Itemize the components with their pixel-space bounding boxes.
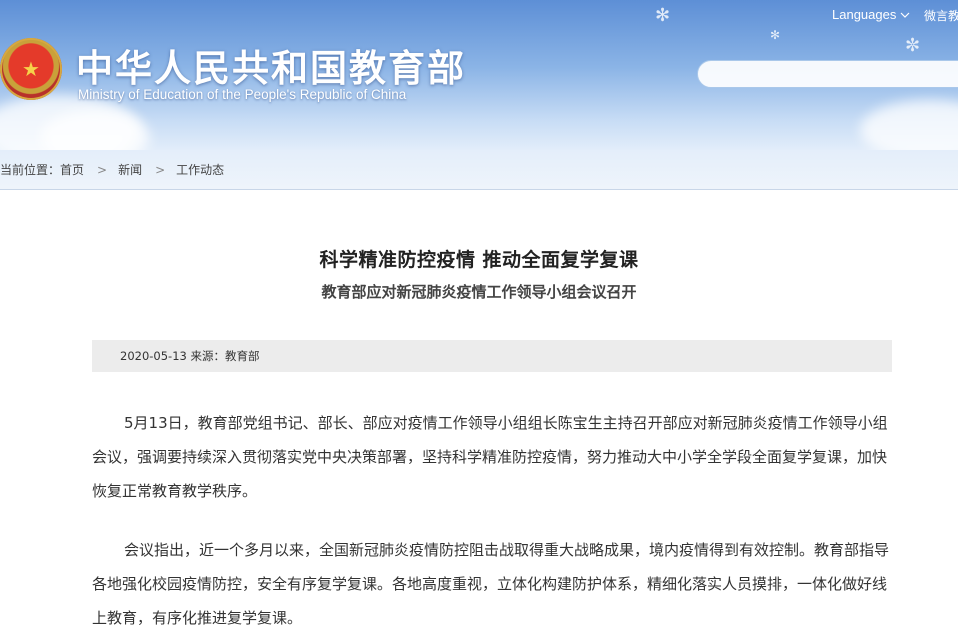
languages-label[interactable]: Languages	[832, 7, 896, 22]
site-header: ✻ ✼ ✻ ★ 中华人民共和国教育部 Ministry of Education…	[0, 0, 958, 150]
breadcrumb-work-news-link[interactable]: 工作动态	[176, 161, 224, 178]
dandelion-decoration: ✼	[905, 35, 921, 56]
breadcrumb-home-link[interactable]: 首页	[60, 161, 84, 178]
site-title: 中华人民共和国教育部	[76, 46, 466, 90]
dandelion-decoration: ✻	[770, 28, 781, 42]
languages-dropdown[interactable]: Languages	[832, 7, 910, 22]
cloud-decoration	[860, 100, 958, 150]
breadcrumb: 当前位置： 首页 > 新闻 > 工作动态	[0, 150, 958, 190]
breadcrumb-prefix: 当前位置：	[0, 163, 61, 177]
breadcrumb-separator: >	[97, 162, 108, 177]
breadcrumb-separator: >	[155, 162, 166, 177]
search-input[interactable]	[697, 60, 958, 88]
dandelion-decoration: ✻	[655, 5, 671, 26]
weibo-link[interactable]: 微言教	[924, 7, 958, 24]
chevron-down-icon	[900, 12, 910, 18]
article-title: 科学精准防控疫情 推动全面复学复课	[319, 249, 639, 271]
breadcrumb-news-link[interactable]: 新闻	[118, 161, 142, 178]
article-paragraph: 会议指出，近一个多月以来，全国新冠肺炎疫情防控阻击战取得重大战略成果，境内疫情得…	[92, 541, 890, 627]
site-subtitle: Ministry of Education of the People's Re…	[78, 87, 407, 102]
article-subtitle: 教育部应对新冠肺炎疫情工作领导小组会议召开	[321, 283, 637, 301]
article-meta: 2020-05-13 来源：教育部	[92, 340, 892, 372]
national-emblem-logo: ★	[0, 38, 62, 100]
article-paragraph: 5月13日，教育部党组书记、部长、部应对疫情工作领导小组组长陈宝生主持召开部应对…	[92, 414, 888, 500]
